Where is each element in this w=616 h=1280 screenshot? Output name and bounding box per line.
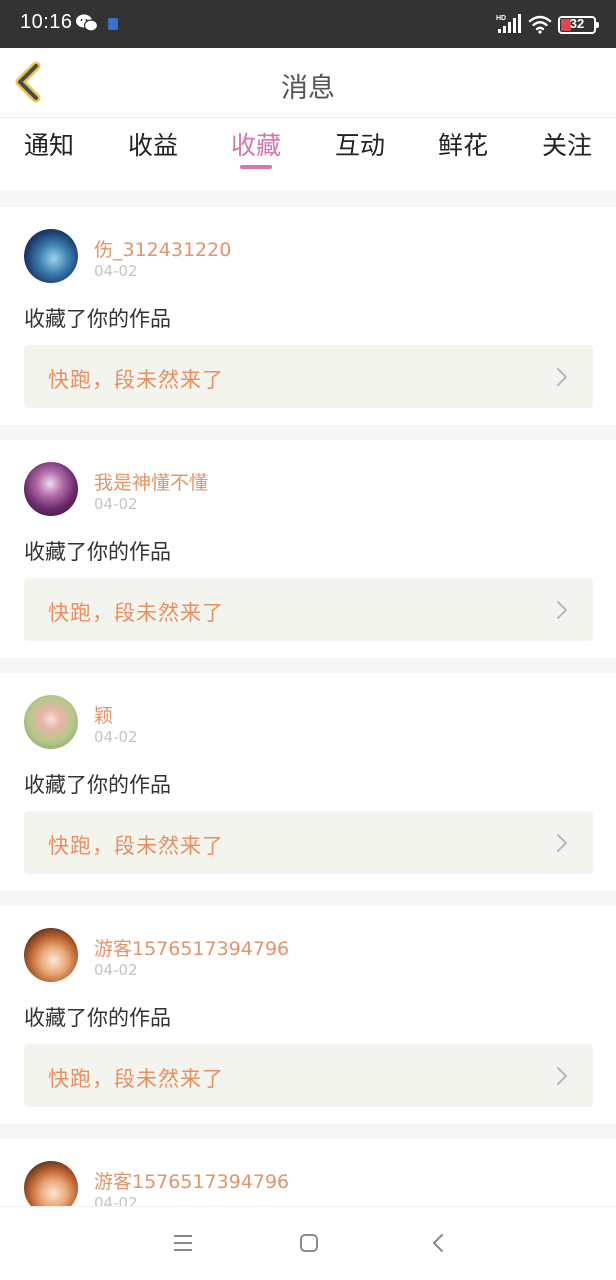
username[interactable]: 我是神懂不懂 bbox=[94, 468, 208, 495]
username[interactable]: 伤_312431220 bbox=[94, 235, 231, 262]
message-date: 04-02 bbox=[94, 1194, 138, 1206]
message-card: 颖 04-02 收藏了你的作品 快跑，段未然来了 bbox=[0, 673, 616, 891]
system-nav-bar bbox=[0, 1206, 616, 1280]
signal-icon: HD bbox=[496, 14, 522, 38]
avatar[interactable] bbox=[24, 695, 78, 749]
home-icon[interactable] bbox=[298, 1232, 320, 1254]
message-card: 伤_312431220 04-02 收藏了你的作品 快跑，段未然来了 bbox=[0, 207, 616, 425]
active-tab-indicator bbox=[240, 165, 272, 169]
chevron-right-icon bbox=[557, 368, 567, 386]
avatar[interactable] bbox=[24, 229, 78, 283]
work-title: 快跑，段未然来了 bbox=[48, 368, 224, 392]
avatar[interactable] bbox=[24, 928, 78, 982]
tab-flowers[interactable]: 鲜花 bbox=[418, 126, 508, 162]
wifi-icon bbox=[528, 14, 552, 38]
network-label: HD bbox=[496, 15, 506, 22]
work-title: 快跑，段未然来了 bbox=[48, 601, 224, 625]
tab-interactions[interactable]: 互动 bbox=[315, 126, 405, 162]
work-link[interactable]: 快跑，段未然来了 bbox=[24, 1044, 593, 1107]
tab-following[interactable]: 关注 bbox=[522, 126, 612, 162]
username[interactable]: 游客1576517394796 bbox=[94, 1167, 289, 1194]
message-date: 04-02 bbox=[94, 961, 138, 979]
battery-level: 32 bbox=[569, 16, 585, 31]
tab-earnings[interactable]: 收益 bbox=[108, 126, 198, 162]
message-card: 游客1576517394796 04-02 bbox=[0, 1139, 616, 1206]
action-text: 收藏了你的作品 bbox=[24, 540, 171, 564]
avatar[interactable] bbox=[24, 462, 78, 516]
tab-notifications[interactable]: 通知 bbox=[4, 126, 94, 162]
chevron-right-icon bbox=[557, 1067, 567, 1085]
chevron-right-icon bbox=[557, 834, 567, 852]
battery-icon: 32 bbox=[558, 16, 599, 34]
tab-favorites[interactable]: 收藏 bbox=[211, 126, 301, 162]
action-text: 收藏了你的作品 bbox=[24, 1006, 171, 1030]
header: 消息 bbox=[0, 48, 616, 118]
status-bar: 10:16 HD 32 bbox=[0, 0, 616, 48]
tab-bar: 通知 收益 收藏 互动 鲜花 关注 bbox=[0, 118, 616, 190]
username[interactable]: 颖 bbox=[94, 701, 113, 728]
work-link[interactable]: 快跑，段未然来了 bbox=[24, 578, 593, 641]
wechat-notification-icon bbox=[76, 14, 99, 36]
avatar[interactable] bbox=[24, 1161, 78, 1206]
status-time: 10:16 bbox=[20, 11, 73, 33]
work-title: 快跑，段未然来了 bbox=[48, 1067, 224, 1091]
work-title: 快跑，段未然来了 bbox=[48, 834, 224, 858]
app-notification-icon bbox=[108, 18, 118, 30]
message-card: 游客1576517394796 04-02 收藏了你的作品 快跑，段未然来了 bbox=[0, 906, 616, 1124]
menu-icon[interactable] bbox=[172, 1232, 194, 1254]
back-icon[interactable] bbox=[428, 1232, 450, 1254]
page-title: 消息 bbox=[281, 73, 335, 104]
work-link[interactable]: 快跑，段未然来了 bbox=[24, 345, 593, 408]
chevron-right-icon bbox=[557, 601, 567, 619]
message-date: 04-02 bbox=[94, 728, 138, 746]
message-date: 04-02 bbox=[94, 495, 138, 513]
username[interactable]: 游客1576517394796 bbox=[94, 934, 289, 961]
message-card: 我是神懂不懂 04-02 收藏了你的作品 快跑，段未然来了 bbox=[0, 440, 616, 658]
action-text: 收藏了你的作品 bbox=[24, 773, 171, 797]
action-text: 收藏了你的作品 bbox=[24, 307, 171, 331]
work-link[interactable]: 快跑，段未然来了 bbox=[24, 811, 593, 874]
message-date: 04-02 bbox=[94, 262, 138, 280]
